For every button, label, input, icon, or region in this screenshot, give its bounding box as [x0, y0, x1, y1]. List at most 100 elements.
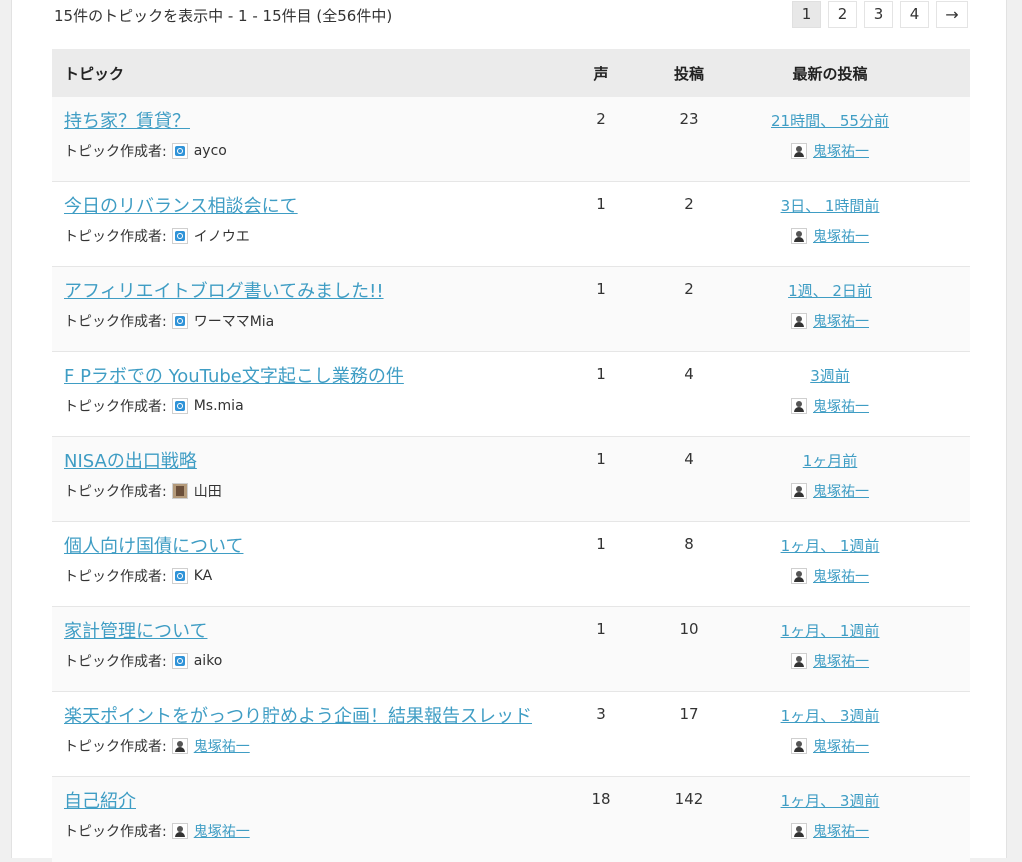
- topic-title-link[interactable]: 楽天ポイントをがっつり貯めよう企画！結果報告スレッド: [64, 702, 532, 728]
- starter-name: Ms.mia: [193, 398, 244, 414]
- post-count: 10: [679, 620, 699, 638]
- table-row: F Pラボでの YouTube文字起こし業務の件トピック作成者: Ms.mia 1 4…: [52, 352, 970, 437]
- freshness-link[interactable]: 1ヶ月前: [750, 450, 910, 471]
- topic-starter: トピック作成者: イノウエ: [64, 226, 250, 246]
- freshness-author: 鬼塚祐一: [750, 651, 910, 671]
- table-row: 今日のリバランス相談会にてトピック作成者: イノウエ 1 2 3日、 1時間前鬼塚祐一: [52, 182, 970, 267]
- freshness-author: 鬼塚祐一: [750, 481, 910, 501]
- freshness-author-name[interactable]: 鬼塚祐一: [813, 481, 869, 501]
- voice-count: 1: [596, 535, 606, 553]
- person-avatar-icon[interactable]: [791, 823, 807, 839]
- freshness-author-name[interactable]: 鬼塚祐一: [813, 651, 869, 671]
- starter-name[interactable]: 鬼塚祐一: [194, 736, 250, 756]
- freshness-author: 鬼塚祐一: [750, 566, 910, 586]
- starter-name: ワーママMia: [193, 314, 275, 330]
- post-count: 4: [684, 365, 694, 383]
- table-row: 自己紹介 トピック作成者: 鬼塚祐一 18 142 1ヶ月、 3週前 鬼塚祐一: [52, 777, 970, 862]
- freshness-link[interactable]: 1ヶ月、 3週前: [750, 790, 910, 811]
- topic-title-link[interactable]: 自己紹介: [64, 787, 136, 813]
- topic-title-link[interactable]: NISAの出口戦略: [64, 447, 197, 473]
- freshness-author-name[interactable]: 鬼塚祐一: [813, 141, 869, 161]
- freshness-link[interactable]: 1週、 2日前: [750, 280, 910, 301]
- starter-name[interactable]: 鬼塚祐一: [194, 821, 250, 841]
- starter-label: トピック作成者:: [64, 484, 167, 500]
- post-count: 4: [684, 450, 694, 468]
- starter-name: aiko: [193, 653, 223, 669]
- person-avatar-icon[interactable]: [791, 483, 807, 499]
- freshness-author-name[interactable]: 鬼塚祐一: [813, 736, 869, 756]
- starter-label: トピック作成者:: [64, 739, 167, 755]
- voice-count: 18: [591, 790, 611, 808]
- person-avatar-icon[interactable]: [791, 568, 807, 584]
- freshness-author: 鬼塚祐一: [750, 226, 910, 246]
- person-avatar-icon[interactable]: [791, 398, 807, 414]
- freshness-link[interactable]: 3週前: [750, 365, 910, 386]
- photo-avatar-icon: [171, 483, 188, 499]
- person-avatar-icon[interactable]: [171, 738, 188, 754]
- topic-starter: トピック作成者: aiko: [64, 651, 222, 671]
- person-avatar-icon[interactable]: [171, 823, 188, 839]
- default-avatar-icon: [171, 228, 188, 244]
- freshness-author-name[interactable]: 鬼塚祐一: [813, 396, 869, 416]
- freshness-author: 鬼塚祐一: [750, 396, 910, 416]
- topic-title-link[interactable]: アフィリエイトブログ書いてみました!!: [64, 277, 384, 303]
- freshness-author-name[interactable]: 鬼塚祐一: [813, 821, 869, 841]
- freshness-author-name[interactable]: 鬼塚祐一: [813, 566, 869, 586]
- topic-title-link[interactable]: 個人向け国債について: [64, 532, 243, 558]
- table-row: アフィリエイトブログ書いてみました!! トピック作成者: ワーママMia 1 2 1週、 …: [52, 267, 970, 352]
- pagination-bar: 15件のトピックを表示中 - 1 - 15件目 (全56件中) 1 2 3 4 …: [52, 0, 968, 34]
- page-button-2[interactable]: 2: [828, 1, 857, 28]
- voice-count: 1: [596, 365, 606, 383]
- post-count: 2: [684, 280, 694, 298]
- page-button-3[interactable]: 3: [864, 1, 893, 28]
- person-avatar-icon[interactable]: [791, 738, 807, 754]
- topic-title-link[interactable]: 家計管理について: [64, 617, 207, 643]
- page-button-1[interactable]: 1: [792, 1, 821, 28]
- next-page-button[interactable]: →: [936, 1, 968, 28]
- starter-label: トピック作成者:: [64, 314, 167, 330]
- freshness-link[interactable]: 21時間、 55分前: [750, 110, 910, 131]
- person-avatar-icon[interactable]: [791, 313, 807, 329]
- topic-title-link[interactable]: F Pラボでの YouTube文字起こし業務の件: [64, 362, 404, 388]
- voice-count: 1: [596, 280, 606, 298]
- freshness-author-name[interactable]: 鬼塚祐一: [813, 311, 869, 331]
- starter-name: ayco: [193, 143, 227, 159]
- starter-label: トピック作成者:: [64, 654, 167, 670]
- freshness-link[interactable]: 1ヶ月、 3週前: [750, 705, 910, 726]
- page-button-4[interactable]: 4: [900, 1, 929, 28]
- table-row: NISAの出口戦略 トピック作成者: 山田 1 4 1ヶ月前 鬼塚祐一: [52, 437, 970, 522]
- starter-name: KA: [193, 568, 213, 584]
- default-avatar-icon: [171, 143, 188, 159]
- post-count: 17: [679, 705, 699, 723]
- header-posts: 投稿: [673, 65, 704, 83]
- post-count: 8: [684, 535, 694, 553]
- person-avatar-icon[interactable]: [791, 653, 807, 669]
- topic-rows: 持ち家？賃貸？ トピック作成者: ayco 2 23 21時間、 55分前 鬼塚祐一 今日のリ…: [52, 97, 970, 862]
- voice-count: 1: [596, 620, 606, 638]
- freshness-link[interactable]: 1ヶ月、 1週前: [750, 620, 910, 641]
- starter-label: トピック作成者:: [64, 229, 167, 245]
- topic-starter: トピック作成者: Ms.mia: [64, 396, 244, 416]
- table-row: 家計管理についてトピック作成者: aiko 1 10 1ヶ月、 1週前鬼塚祐一: [52, 607, 970, 692]
- person-avatar-icon[interactable]: [791, 228, 807, 244]
- starter-label: トピック作成者:: [64, 144, 167, 160]
- freshness-author: 鬼塚祐一: [750, 736, 910, 756]
- person-avatar-icon[interactable]: [791, 143, 807, 159]
- topic-starter: トピック作成者: KA: [64, 566, 212, 586]
- topic-title-link[interactable]: 今日のリバランス相談会にて: [64, 192, 298, 218]
- freshness-link[interactable]: 3日、 1時間前: [750, 195, 910, 216]
- topic-starter: トピック作成者: ayco: [64, 141, 227, 161]
- topic-starter: トピック作成者: 鬼塚祐一: [64, 736, 250, 756]
- default-avatar-icon: [171, 313, 188, 329]
- voice-count: 3: [596, 705, 606, 723]
- post-count: 2: [684, 195, 694, 213]
- voice-count: 1: [596, 450, 606, 468]
- freshness-link[interactable]: 1ヶ月、 1週前: [750, 535, 910, 556]
- freshness-author-name[interactable]: 鬼塚祐一: [813, 226, 869, 246]
- voice-count: 1: [596, 195, 606, 213]
- voice-count: 2: [596, 110, 606, 128]
- default-avatar-icon: [171, 398, 188, 414]
- topic-title-link[interactable]: 持ち家？賃貸？: [64, 107, 190, 133]
- default-avatar-icon: [171, 568, 188, 584]
- topic-starter: トピック作成者: 鬼塚祐一: [64, 821, 250, 841]
